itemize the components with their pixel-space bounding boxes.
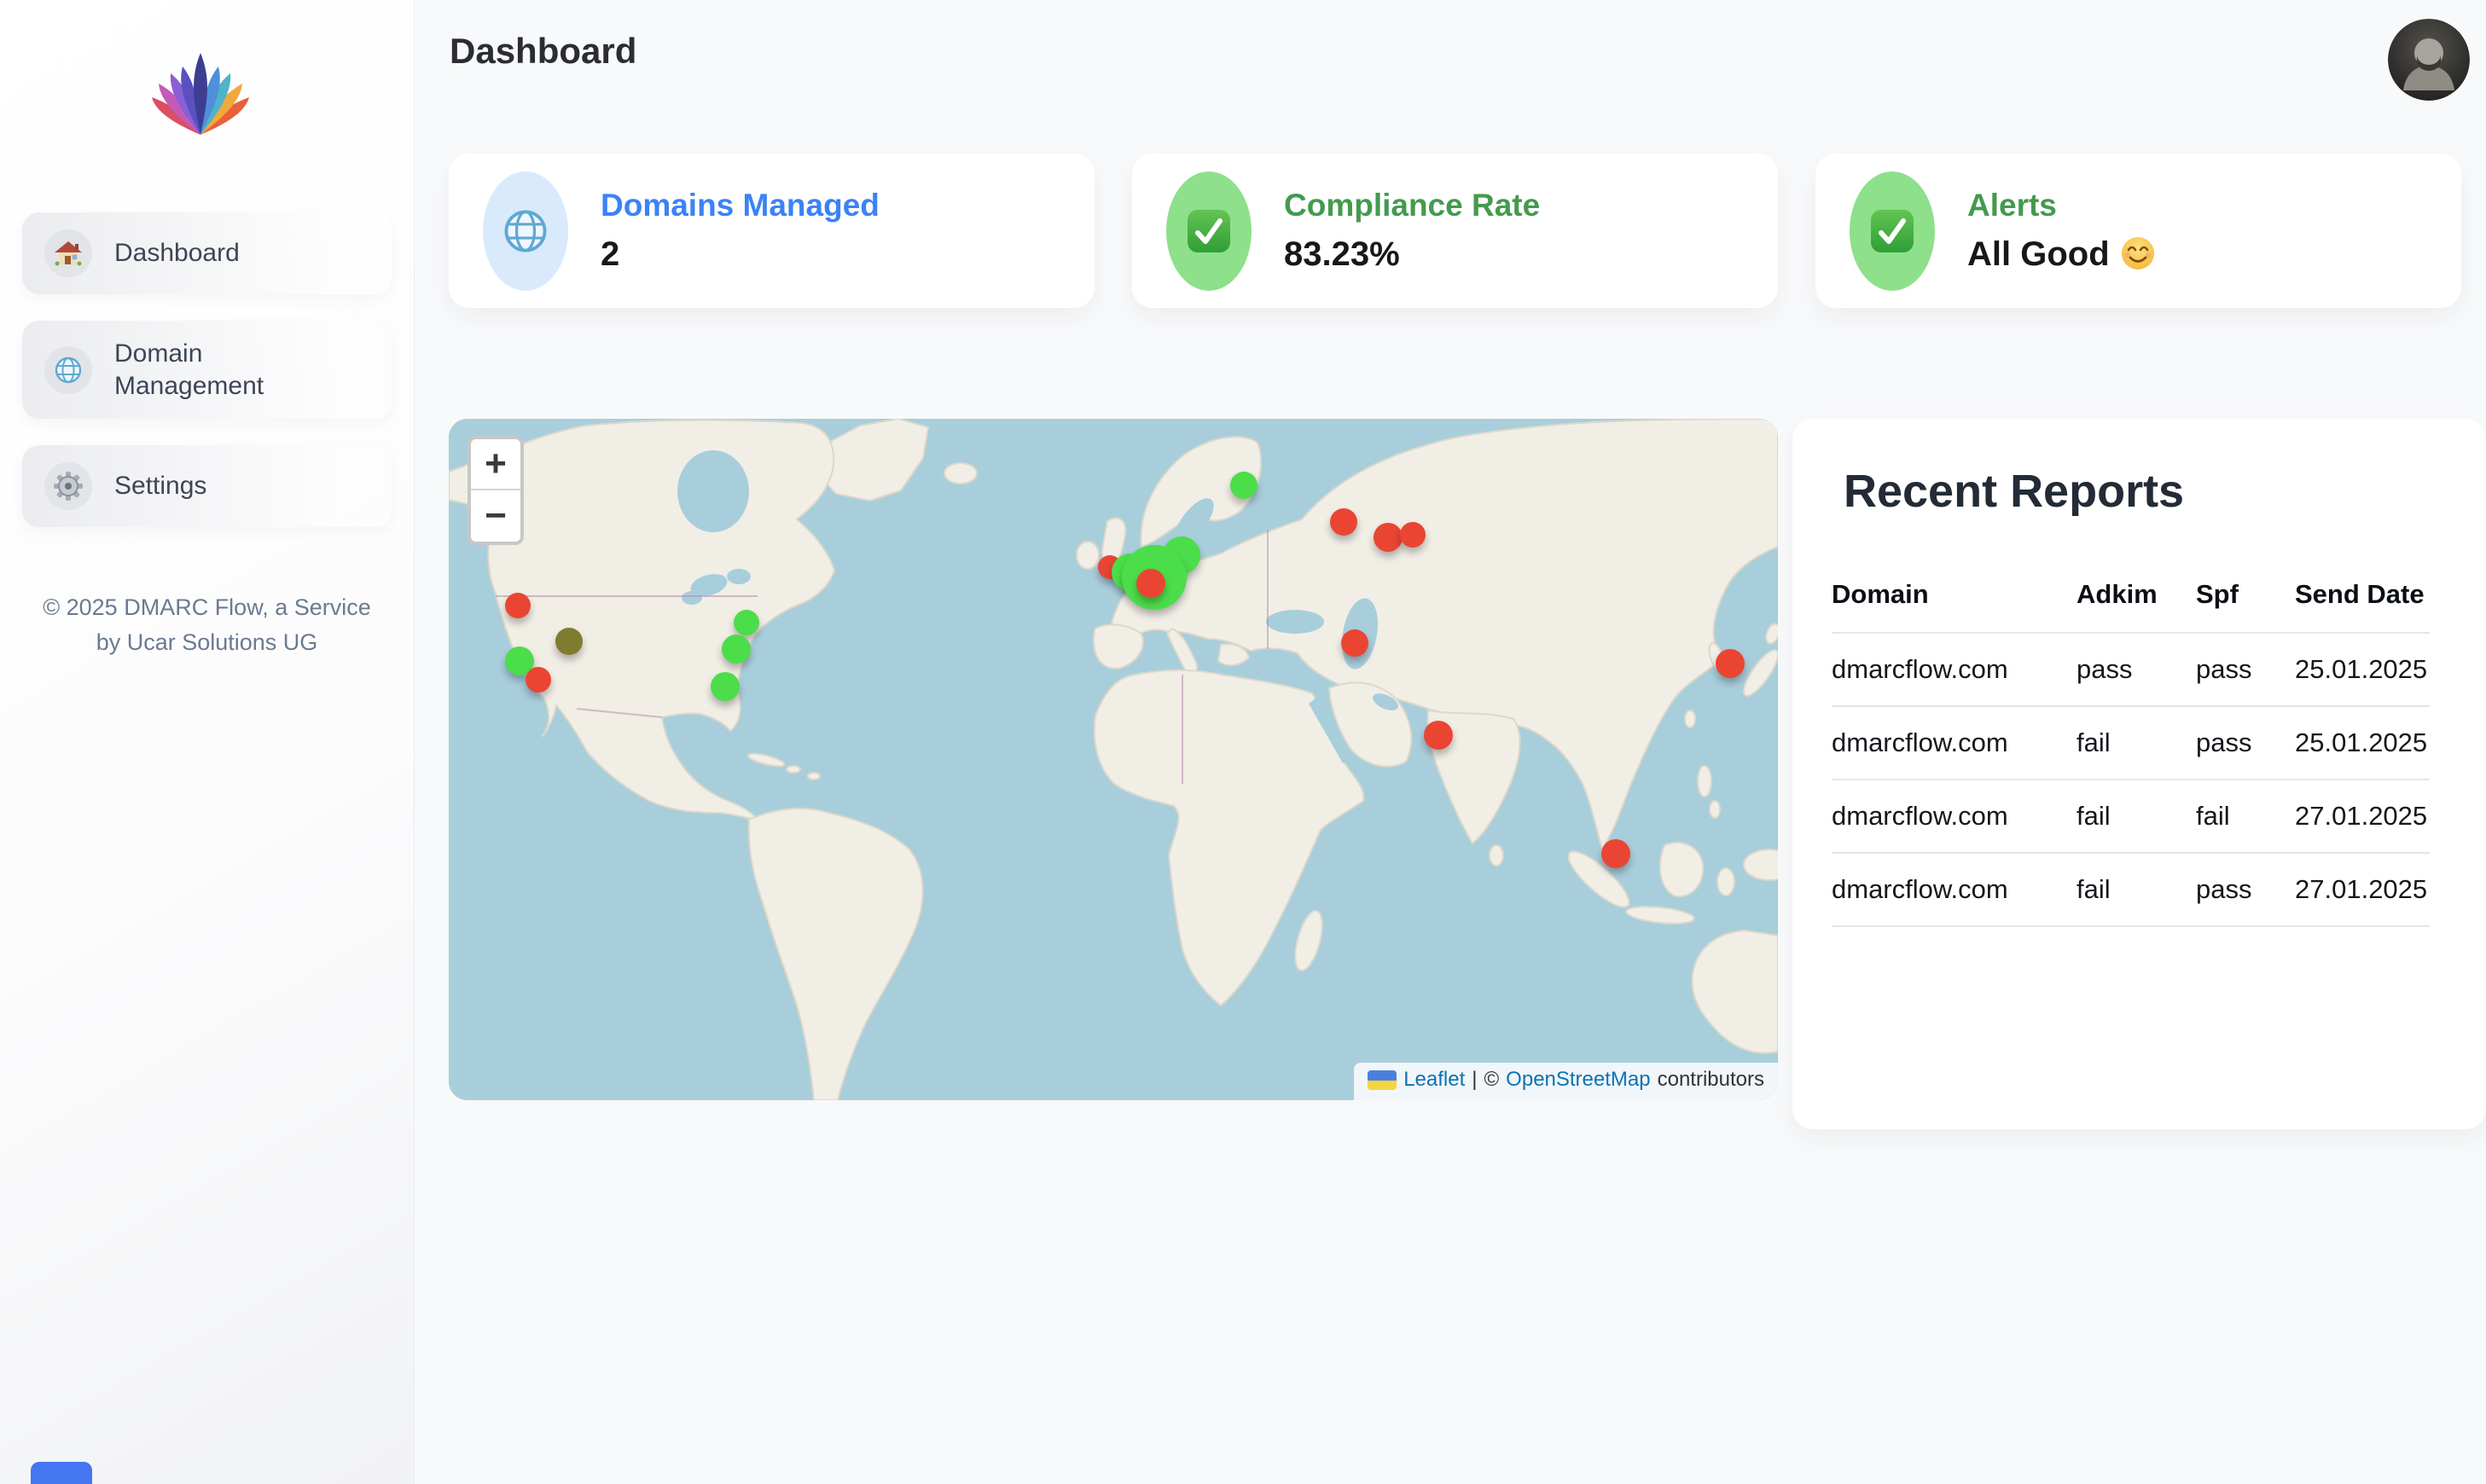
cell-adkim: fail [2077, 874, 2196, 905]
page-title: Dashboard [450, 31, 636, 72]
cell-adkim: fail [2077, 801, 2196, 832]
world-map[interactable]: + − Leaflet | © OpenStreetMap contributo… [449, 419, 1778, 1100]
map-marker-red[interactable] [526, 667, 551, 693]
column-header-spf: Spf [2196, 579, 2295, 610]
table-row[interactable]: dmarcflow.com pass pass 25.01.2025 [1832, 634, 2430, 707]
zoom-out-button[interactable]: − [471, 490, 520, 542]
map-marker-red[interactable] [1136, 569, 1165, 598]
sidebar-nav: Dashboard Domain Management [0, 212, 414, 554]
copyright-line-1: © 2025 DMARC Flow, a Service [0, 590, 414, 625]
stat-card-domains-managed: Domains Managed 2 [449, 154, 1095, 308]
openstreetmap-link[interactable]: OpenStreetMap [1506, 1068, 1650, 1092]
sidebar-item-label: Settings [114, 470, 206, 502]
globe-icon [44, 346, 92, 394]
check-mark-icon [1166, 171, 1252, 291]
map-marker-red[interactable] [1330, 508, 1357, 536]
map-marker-red[interactable] [1400, 522, 1426, 548]
cell-send-date: 27.01.2025 [2295, 801, 2430, 832]
map-marker-green[interactable] [1230, 472, 1258, 499]
map-attribution: Leaflet | © OpenStreetMap contributors [1354, 1063, 1778, 1100]
map-marker-olive[interactable] [555, 628, 583, 655]
map-marker-green[interactable] [711, 672, 740, 701]
sidebar-item-settings[interactable]: Settings [22, 445, 392, 527]
cell-send-date: 25.01.2025 [2295, 654, 2430, 685]
reports-table: Domain Adkim Spf Send Date dmarcflow.com… [1832, 579, 2430, 927]
map-marker-green[interactable] [722, 635, 751, 664]
map-marker-red[interactable] [1424, 721, 1453, 750]
column-header-send-date: Send Date [2295, 579, 2430, 610]
stat-value-text: All Good [1967, 235, 2110, 274]
table-row[interactable]: dmarcflow.com fail pass 27.01.2025 [1832, 854, 2430, 927]
attribution-separator: | [1472, 1068, 1477, 1092]
app-window: Dashboard Domain Management [0, 0, 2486, 1484]
leaflet-link[interactable]: Leaflet [1403, 1068, 1465, 1092]
dmarc-flow-logo [152, 34, 254, 136]
ukraine-flag-icon [1368, 1070, 1397, 1090]
cell-spf: pass [2196, 654, 2295, 685]
cell-adkim: fail [2077, 728, 2196, 758]
map-marker-red[interactable] [1716, 649, 1745, 678]
cell-spf: pass [2196, 728, 2295, 758]
attribution-contributors: contributors [1658, 1068, 1764, 1092]
recent-reports-panel: Recent Reports Domain Adkim Spf Send Dat… [1792, 419, 2486, 1129]
sidebar-item-dashboard[interactable]: Dashboard [22, 212, 392, 294]
stat-card-alerts: Alerts All Good [1815, 154, 2461, 308]
reports-table-header: Domain Adkim Spf Send Date [1832, 579, 2430, 634]
sidebar-item-label: Domain Management [114, 338, 345, 402]
cell-domain: dmarcflow.com [1832, 874, 2077, 905]
scrollbar-thumb[interactable] [31, 1462, 92, 1484]
column-header-domain: Domain [1832, 579, 2077, 610]
sidebar: Dashboard Domain Management [0, 0, 415, 1484]
globe-icon [483, 171, 568, 291]
table-row[interactable]: dmarcflow.com fail pass 25.01.2025 [1832, 707, 2430, 780]
cell-domain: dmarcflow.com [1832, 654, 2077, 685]
column-header-adkim: Adkim [2077, 579, 2196, 610]
cell-spf: pass [2196, 874, 2295, 905]
zoom-in-button[interactable]: + [471, 439, 520, 490]
sidebar-item-domain-management[interactable]: Domain Management [22, 321, 392, 419]
stat-title: Compliance Rate [1284, 188, 1540, 223]
stat-cards-row: Domains Managed 2 Compliance Rate 83.23% [449, 154, 2461, 308]
stat-title: Alerts [1967, 188, 2156, 223]
stat-value: All Good [1967, 235, 2156, 275]
gear-icon [44, 462, 92, 510]
lotus-leaf-logo-icon [152, 34, 254, 136]
table-row[interactable]: dmarcflow.com fail fail 27.01.2025 [1832, 780, 2430, 854]
recent-reports-title: Recent Reports [1844, 465, 2430, 518]
cell-domain: dmarcflow.com [1832, 801, 2077, 832]
attribution-copyright: © [1484, 1068, 1499, 1092]
cell-spf: fail [2196, 801, 2295, 832]
map-marker-red[interactable] [1601, 839, 1630, 868]
copyright-line-2: by Ucar Solutions UG [0, 625, 414, 660]
sidebar-item-label: Dashboard [114, 237, 240, 270]
house-icon [44, 229, 92, 277]
stat-value: 2 [601, 235, 880, 274]
map-marker-green[interactable] [734, 610, 759, 635]
user-avatar[interactable] [2388, 19, 2470, 101]
cell-send-date: 25.01.2025 [2295, 728, 2430, 758]
map-marker-red[interactable] [1374, 523, 1403, 552]
check-mark-icon [1850, 171, 1935, 291]
cell-send-date: 27.01.2025 [2295, 874, 2430, 905]
copyright-text: © 2025 DMARC Flow, a Service by Ucar Sol… [0, 590, 414, 660]
stat-card-compliance-rate: Compliance Rate 83.23% [1132, 154, 1778, 308]
map-marker-layer [449, 419, 1778, 1100]
smiling-face-icon [2120, 235, 2156, 275]
cell-domain: dmarcflow.com [1832, 728, 2077, 758]
main-content: Dashboard [415, 0, 2486, 1484]
stat-value: 83.23% [1284, 235, 1540, 274]
map-zoom-control: + − [468, 436, 524, 545]
map-marker-red[interactable] [505, 593, 531, 618]
map-marker-red[interactable] [1341, 629, 1368, 657]
stat-title: Domains Managed [601, 188, 880, 223]
cell-adkim: pass [2077, 654, 2196, 685]
